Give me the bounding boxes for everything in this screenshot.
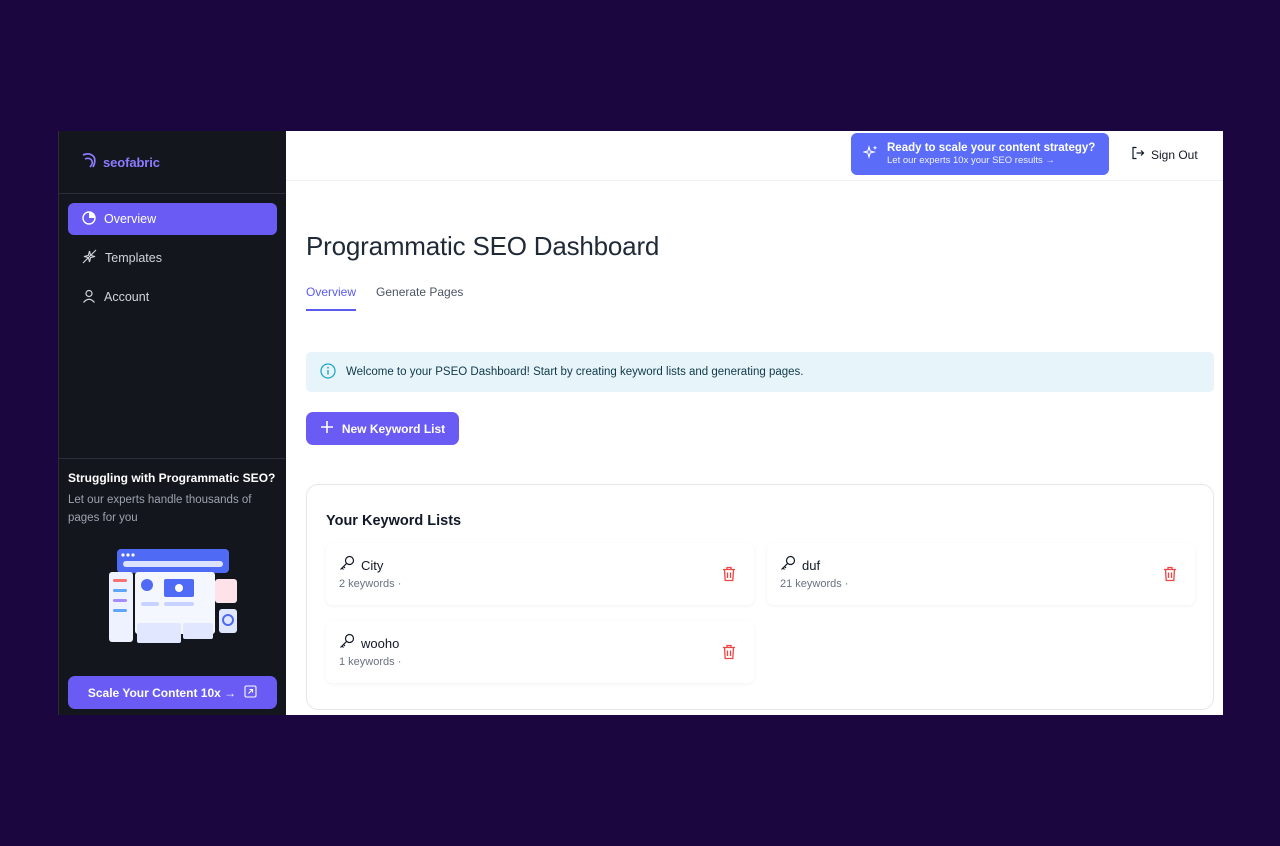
key-icon xyxy=(339,555,355,576)
keyword-list-name-row: City xyxy=(339,555,383,576)
banner-title: Ready to scale your content strategy? xyxy=(887,142,1096,154)
promo-title: Struggling with Programmatic SEO? xyxy=(68,471,276,485)
trash-icon[interactable] xyxy=(1163,566,1177,587)
plus-icon xyxy=(320,420,334,437)
user-icon xyxy=(82,289,96,306)
scale-content-label: Scale Your Content 10x → xyxy=(87,685,237,700)
banner-subtitle: Let our experts 10x your SEO results → xyxy=(887,155,1055,166)
key-icon xyxy=(339,633,355,654)
top-bar: Ready to scale your content strategy? Le… xyxy=(286,131,1223,181)
banner-text: Ready to scale your content strategy? Le… xyxy=(887,141,1095,167)
trash-icon[interactable] xyxy=(722,644,736,665)
keyword-list-name: City xyxy=(361,558,384,573)
scale-content-button[interactable]: Scale Your Content 10x → xyxy=(68,676,277,709)
dashboard-illustration xyxy=(109,547,239,647)
brand-logo[interactable]: seofabric xyxy=(59,131,286,194)
keyword-list-item[interactable]: wooho 1 keywords · xyxy=(326,621,754,683)
brand-name: seofabric xyxy=(103,154,160,170)
welcome-alert: Welcome to your PSEO Dashboard! Start by… xyxy=(306,352,1214,392)
app-window: seofabric Overview Templates Account Str… xyxy=(58,131,1223,715)
sidebar-promo: Struggling with Programmatic SEO? Let ou… xyxy=(59,458,286,715)
sidebar: seofabric Overview Templates Account Str… xyxy=(58,131,286,715)
logo-icon xyxy=(81,151,97,174)
info-icon xyxy=(320,362,336,382)
sparkles-icon xyxy=(861,144,879,165)
sidebar-item-overview[interactable]: Overview xyxy=(68,203,277,235)
sidebar-nav: Overview Templates Account xyxy=(59,194,286,313)
tab-generate-pages[interactable]: Generate Pages xyxy=(376,285,463,311)
keyword-list-name: wooho xyxy=(361,636,400,651)
keyword-lists-title: Your Keyword Lists xyxy=(326,513,462,529)
trash-icon[interactable] xyxy=(722,566,736,587)
keyword-list-name-row: wooho xyxy=(339,633,399,654)
logout-icon xyxy=(1131,146,1145,163)
main-content: Ready to scale your content strategy? Le… xyxy=(286,131,1223,715)
sparkle-icon xyxy=(82,249,97,267)
keyword-count: 21 keywords · xyxy=(780,578,849,590)
keyword-list-item[interactable]: City 2 keywords · xyxy=(326,543,754,605)
keyword-count: 1 keywords · xyxy=(339,656,402,668)
sign-out-label: Sign Out xyxy=(1151,147,1198,162)
keyword-lists-card: Your Keyword Lists City 2 keywords · duf… xyxy=(306,484,1214,710)
new-keyword-list-label: New Keyword List xyxy=(341,421,446,436)
new-keyword-list-button[interactable]: New Keyword List xyxy=(306,412,459,445)
page-title: Programmatic SEO Dashboard xyxy=(306,231,660,261)
scale-strategy-banner[interactable]: Ready to scale your content strategy? Le… xyxy=(851,133,1109,175)
keyword-count: 2 keywords · xyxy=(339,578,402,590)
keyword-list-name: duf xyxy=(802,558,821,573)
sidebar-item-account[interactable]: Account xyxy=(68,281,277,313)
sidebar-item-templates[interactable]: Templates xyxy=(68,242,277,274)
tab-overview[interactable]: Overview xyxy=(306,285,357,311)
keyword-list-item[interactable]: duf 21 keywords · xyxy=(767,543,1195,605)
tab-bar: Overview Generate Pages xyxy=(306,285,463,311)
external-link-icon xyxy=(244,684,257,701)
sidebar-item-label: Account xyxy=(104,290,150,304)
key-icon xyxy=(780,555,796,576)
sign-out-button[interactable]: Sign Out xyxy=(1131,146,1198,163)
pie-chart-icon xyxy=(82,210,96,228)
sidebar-item-label: Templates xyxy=(105,251,162,265)
promo-subtitle: Let our experts handle thousands of page… xyxy=(68,494,252,524)
sidebar-item-label: Overview xyxy=(104,212,157,226)
alert-text: Welcome to your PSEO Dashboard! Start by… xyxy=(346,366,804,378)
keyword-list-name-row: duf xyxy=(780,555,820,576)
